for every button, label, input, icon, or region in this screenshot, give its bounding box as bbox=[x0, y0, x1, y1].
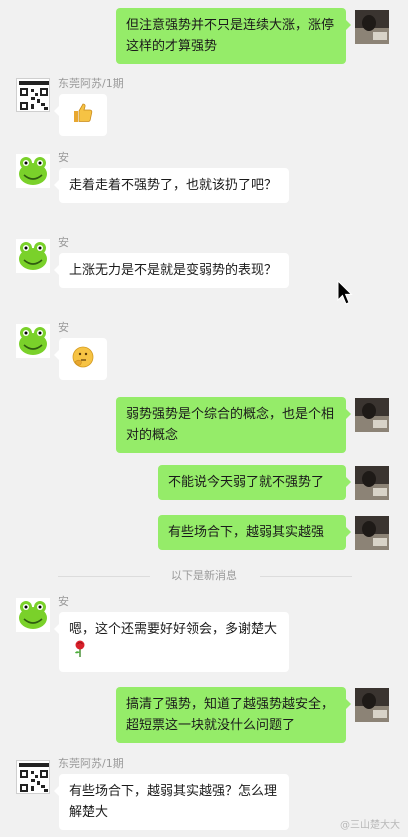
sender-name: 安 bbox=[58, 595, 69, 608]
sender-name: 安 bbox=[58, 321, 69, 334]
message-text: 但注意强势并不只是连续大涨，涨停这样的才算强势 bbox=[126, 18, 335, 54]
message-text: 有些场合下，越弱其实越强 bbox=[168, 525, 325, 540]
avatar-frog[interactable] bbox=[16, 324, 50, 358]
message-bubble[interactable]: 嗯，这个还需要好好领会，多谢楚大 bbox=[54, 612, 289, 672]
message-bubble[interactable]: 搞清了强势，知道了越强势越安全，超短票这一块就没什么问题了 bbox=[116, 687, 351, 743]
thinking-face-icon bbox=[72, 346, 94, 372]
message-text: 走着走着不强势了，也就该扔了吧？ bbox=[69, 178, 278, 193]
divider-line bbox=[260, 576, 352, 577]
avatar-self[interactable] bbox=[355, 688, 389, 722]
message-bubble[interactable] bbox=[54, 94, 107, 136]
message-text: 嗯，这个还需要好好领会，多谢楚大 bbox=[69, 622, 278, 637]
avatar-qr[interactable] bbox=[16, 78, 50, 112]
message-bubble[interactable]: 弱势强势是个综合的概念，也是个相对的概念 bbox=[116, 397, 351, 453]
rose-icon bbox=[73, 640, 87, 665]
message-text: 上涨无力是不是就是变弱势的表现？ bbox=[69, 263, 278, 278]
message-text: 搞清了强势，知道了越强势越安全，超短票这一块就没什么问题了 bbox=[126, 697, 335, 733]
new-messages-divider: 以下是新消息 bbox=[0, 568, 408, 584]
message-bubble[interactable]: 上涨无力是不是就是变弱势的表现？ bbox=[54, 253, 289, 288]
watermark: @三山楚大大 bbox=[340, 820, 400, 831]
avatar-self[interactable] bbox=[355, 516, 389, 550]
sender-name: 安 bbox=[58, 236, 69, 249]
mouse-cursor-icon bbox=[337, 279, 353, 306]
message-bubble[interactable]: 不能说今天弱了就不强势了 bbox=[158, 465, 351, 500]
avatar-frog[interactable] bbox=[16, 239, 50, 273]
message-bubble[interactable]: 但注意强势并不只是连续大涨，涨停这样的才算强势 bbox=[116, 8, 351, 64]
message-bubble[interactable]: 走着走着不强势了，也就该扔了吧？ bbox=[54, 168, 289, 203]
message-text: 不能说今天弱了就不强势了 bbox=[168, 475, 325, 490]
avatar-frog[interactable] bbox=[16, 154, 50, 188]
avatar-self[interactable] bbox=[355, 398, 389, 432]
sender-name: 东莞阿苏/1期 bbox=[58, 77, 124, 90]
thumbs-up-icon bbox=[71, 101, 95, 129]
avatar-self[interactable] bbox=[355, 466, 389, 500]
message-text: 有些场合下，越弱其实越强？怎么理解楚大 bbox=[69, 784, 278, 820]
avatar-frog[interactable] bbox=[16, 598, 50, 632]
sender-name: 东莞阿苏/1期 bbox=[58, 757, 124, 770]
avatar-qr[interactable] bbox=[16, 760, 50, 794]
message-bubble[interactable]: 有些场合下，越弱其实越强 bbox=[158, 515, 351, 550]
message-bubble[interactable]: 有些场合下，越弱其实越强？怎么理解楚大 bbox=[54, 774, 289, 830]
sender-name: 安 bbox=[58, 151, 69, 164]
message-text: 弱势强势是个综合的概念，也是个相对的概念 bbox=[126, 407, 335, 443]
avatar-self[interactable] bbox=[355, 10, 389, 44]
message-bubble[interactable] bbox=[54, 338, 107, 380]
